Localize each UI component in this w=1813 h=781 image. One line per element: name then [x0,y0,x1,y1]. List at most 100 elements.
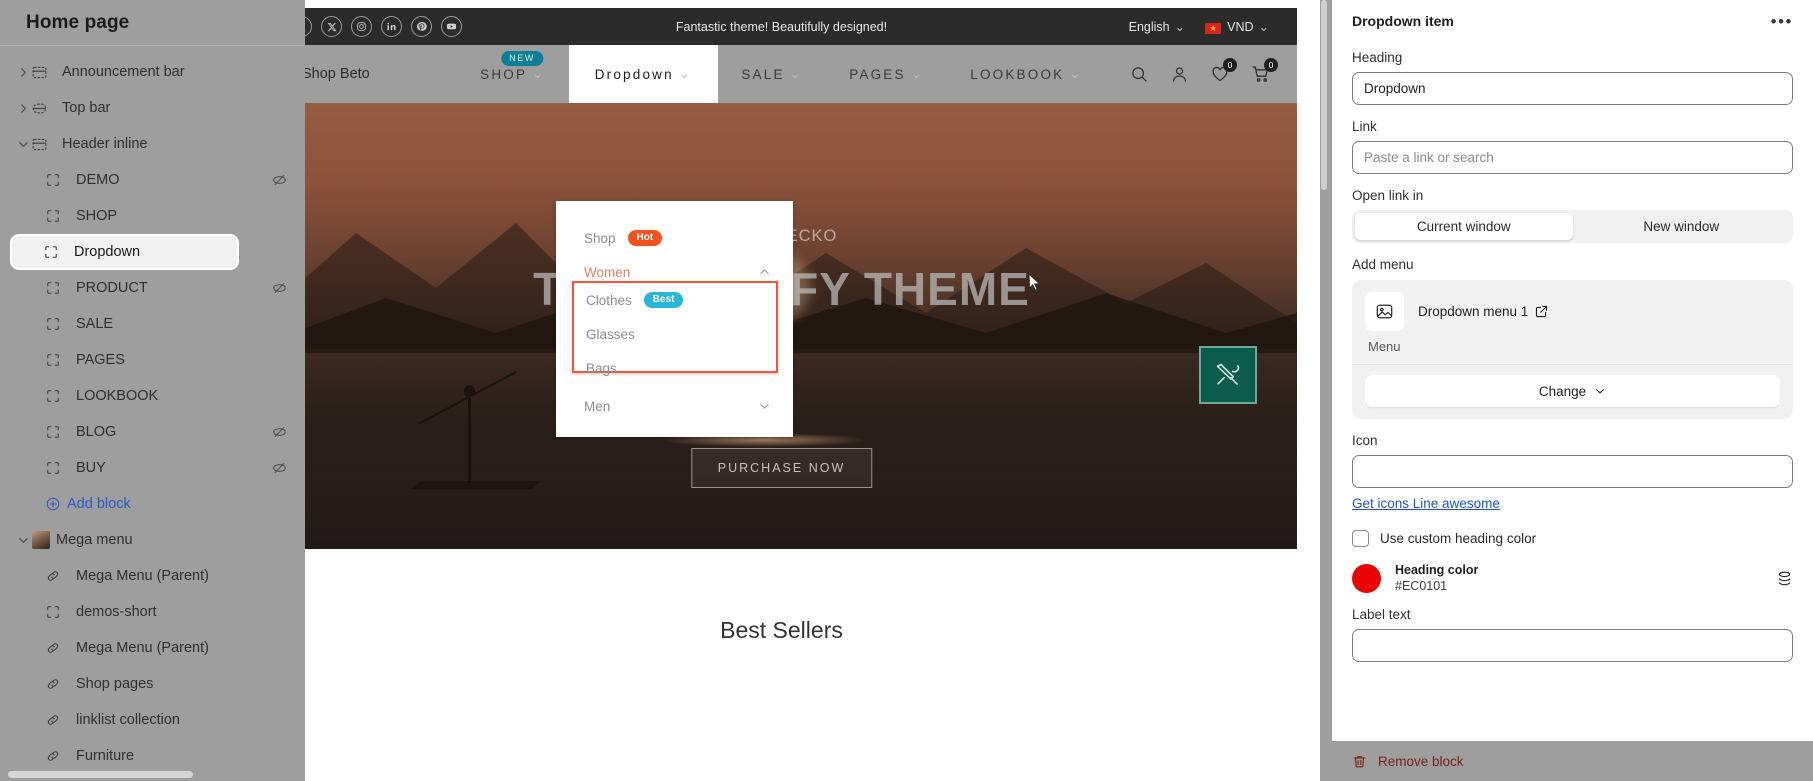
purchase-now-button[interactable]: PURCHASE NOW [690,448,873,488]
block-icon [46,425,70,439]
dropdown-row-label: Women [584,264,631,280]
chevron-down-icon[interactable] [14,139,32,150]
sidebar-item-linklist-collection[interactable]: linklist collection [0,702,305,738]
sidebar-item-mega-menu-parent-1[interactable]: Mega Menu (Parent) [0,558,305,594]
sidebar-item-mega-menu[interactable]: Mega menu [0,522,305,558]
dropdown-row-men[interactable]: Men [556,389,793,423]
sidebar-item-label: Furniture [76,748,135,764]
block-icon [46,173,70,187]
sidebar-item-top-bar[interactable]: Top bar [0,90,305,126]
menu-card-actions: Change [1352,364,1793,419]
facebook-icon[interactable] [305,16,312,37]
sidebar-item-label: PAGES [76,352,125,368]
nav-item-pages[interactable]: PAGES ⌄ [826,45,947,103]
sidebar-item-demo[interactable]: DEMO [0,162,305,198]
remove-block-button[interactable]: Remove block [1378,754,1464,769]
external-link-icon[interactable] [1535,305,1548,318]
add-menu-label: Add menu [1352,257,1414,272]
sidebar-item-pages[interactable]: PAGES [0,342,305,378]
link-icon [46,677,70,691]
link-input[interactable]: Paste a link or search [1352,141,1793,174]
sidebar-item-shop[interactable]: SHOP [0,198,305,234]
nav-label: LOOKBOOK [970,66,1065,82]
sidebar-item-announcement-bar[interactable]: Announcement bar [0,54,305,90]
menu-row: Dropdown menu 1 [1365,292,1780,331]
theme-editor-tool-button[interactable] [1199,346,1257,404]
sidebar-item-label: Mega menu [56,532,133,548]
nav-item-dropdown[interactable]: Dropdown ⌄ [568,45,719,103]
sidebar-item-sale[interactable]: SALE [0,306,305,342]
settings-scrollbar[interactable] [1320,0,1329,741]
sidebar-item-label: Header inline [62,136,148,152]
cart-icon[interactable]: 0 [1251,58,1278,84]
get-icons-link[interactable]: Get icons Line awesome [1352,496,1500,511]
heading-color-swatch[interactable] [1352,563,1381,593]
icon-input[interactable] [1352,455,1793,488]
x-icon[interactable] [321,16,342,37]
menu-name[interactable]: Dropdown menu 1 [1418,304,1548,319]
more-options-icon[interactable]: ••• [1771,13,1793,30]
vietnam-flag-icon: ★ [1205,23,1222,35]
language-selector[interactable]: English ⌄ [1129,19,1185,34]
label-text-input[interactable] [1352,629,1793,662]
announcement-bar: Fantastic theme! Beautifully designed! E… [305,8,1297,45]
selected-block-outline: Clothes Best Glasses Bags [572,281,778,376]
chevron-right-icon[interactable] [14,67,32,78]
heading-color-row[interactable]: Heading color #EC0101 [1352,563,1793,593]
account-icon[interactable] [1170,65,1189,84]
open-link-new-window-button[interactable]: New window [1573,213,1791,240]
heading-input[interactable]: Dropdown [1352,72,1793,105]
color-scheme-icon[interactable] [1776,570,1793,587]
eye-off-icon[interactable] [272,461,287,476]
eye-off-icon[interactable] [272,173,287,188]
sidebar-item-product[interactable]: PRODUCT [0,270,305,306]
dropdown-row-shop[interactable]: Shop Hot [556,221,793,255]
nav-item-lookbook[interactable]: LOOKBOOK ⌄ [947,45,1106,103]
hero-text: THIS GECKO THE SHOPIFY THEME [305,227,1297,316]
nav-label: Dropdown [594,66,674,82]
sidebar-item-header-inline[interactable]: Header inline [0,126,305,162]
sidebar-item-shop-pages[interactable]: Shop pages [0,666,305,702]
wishlist-icon[interactable]: 0 [1210,58,1237,84]
dropdown-subrow-bags[interactable]: Bags [574,351,776,385]
heading-color-label: Heading color [1395,563,1479,577]
linkedin-icon[interactable] [381,16,402,37]
dropdown-subrow-clothes[interactable]: Clothes Best [574,283,776,317]
dropdown-subrow-glasses[interactable]: Glasses [574,317,776,351]
heading-color-text: Heading color #EC0101 [1395,563,1478,593]
nav-item-sale[interactable]: SALE ⌄ [718,45,826,103]
instagram-icon[interactable] [351,16,372,37]
nav-item-shop[interactable]: NEW SHOP ⌄ [457,45,569,103]
sidebar-item-lookbook[interactable]: LOOKBOOK [0,378,305,414]
use-custom-heading-color-row[interactable]: Use custom heading color [1352,530,1793,547]
currency-selector[interactable]: ★ VND ⌄ [1205,19,1269,35]
use-custom-heading-color-checkbox[interactable] [1352,530,1369,547]
chevron-right-icon[interactable] [14,103,32,114]
trash-icon[interactable] [1352,754,1367,769]
youtube-icon[interactable] [441,16,462,37]
sidebar-item-mega-menu-parent-2[interactable]: Mega Menu (Parent) [0,630,305,666]
change-menu-button[interactable]: Change [1365,375,1780,407]
eye-off-icon[interactable] [272,281,287,296]
scrollbar-thumb[interactable] [8,771,193,778]
sidebar-item-buy[interactable]: BUY [0,450,305,486]
pinterest-icon[interactable] [411,16,432,37]
new-badge: NEW [501,51,543,66]
scrollbar-thumb[interactable] [1321,0,1327,190]
chevron-down-icon[interactable] [14,535,32,546]
sidebar-item-demos-short[interactable]: demos-short [0,594,305,630]
eye-off-icon[interactable] [272,425,287,440]
chevron-down-icon[interactable] [758,400,771,413]
below-hero-section: Best Sellers [305,549,1297,729]
chevron-up-icon[interactable] [758,266,771,279]
chevron-down-icon: ⌄ [1069,66,1083,81]
add-block-button[interactable]: Add block [0,486,305,522]
sidebar-item-dropdown[interactable]: Dropdown [10,234,239,270]
add-block-label: Add block [67,496,131,512]
open-link-current-window-button[interactable]: Current window [1355,213,1573,240]
sidebar-item-blog[interactable]: BLOG [0,414,305,450]
search-icon[interactable] [1130,65,1149,84]
sidebar-item-furniture[interactable]: Furniture [0,738,305,774]
sidebar-horizontal-scrollbar[interactable] [8,771,305,778]
sidebar-item-label: Mega Menu (Parent) [76,640,209,656]
